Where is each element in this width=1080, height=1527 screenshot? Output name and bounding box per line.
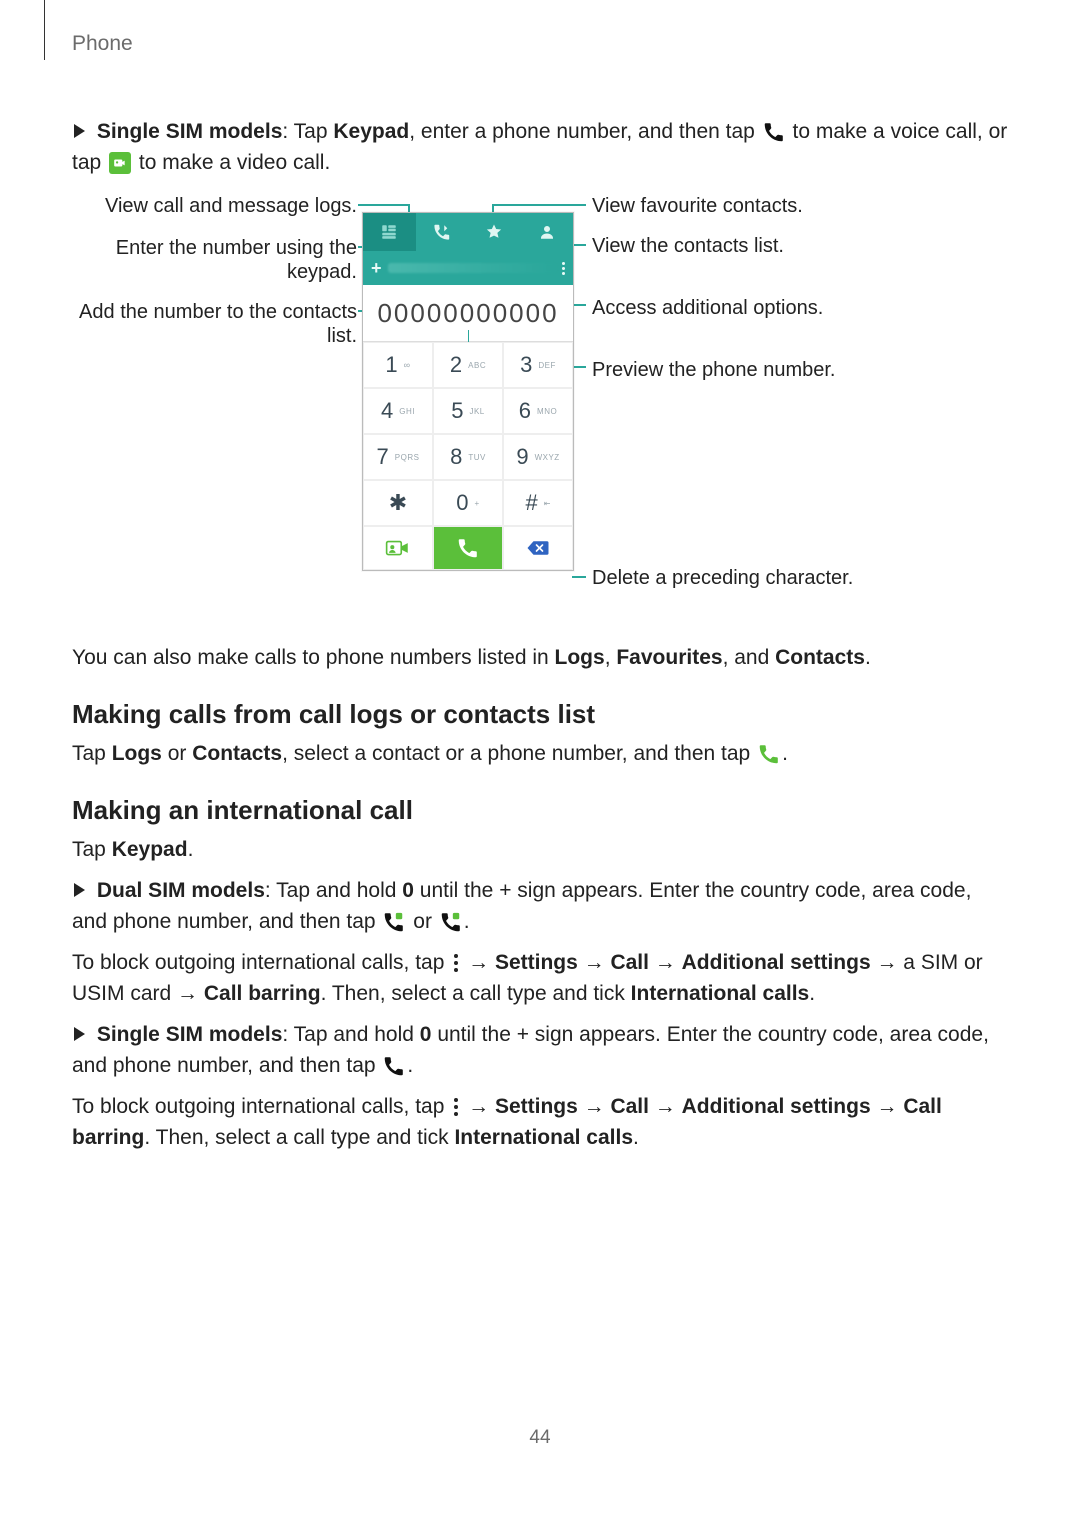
callout-delete-char: Delete a preceding character. bbox=[592, 566, 952, 590]
key-6[interactable]: 6MNO bbox=[503, 388, 573, 434]
voice-call-button[interactable] bbox=[433, 526, 503, 570]
block-dual-paragraph: To block outgoing international calls, t… bbox=[72, 947, 1008, 1009]
heading-international: Making an international call bbox=[72, 795, 1008, 826]
bullet-triangle-icon bbox=[74, 883, 85, 897]
connector bbox=[492, 204, 586, 206]
callout-add-contact: Add the number to the contacts list. bbox=[72, 300, 357, 348]
key-3[interactable]: 3DEF bbox=[503, 342, 573, 388]
text: to make a video call. bbox=[139, 151, 330, 174]
key-5[interactable]: 5JKL bbox=[433, 388, 503, 434]
key-star[interactable]: ✱ bbox=[363, 480, 433, 526]
add-to-contacts-row[interactable]: + bbox=[363, 251, 573, 285]
tab-logs[interactable] bbox=[416, 213, 469, 251]
key-4[interactable]: 4GHI bbox=[363, 388, 433, 434]
single-sim-paragraph: Single SIM models: Tap and hold 0 until … bbox=[72, 1019, 1008, 1081]
bullet-triangle-icon bbox=[74, 1027, 85, 1041]
phone-app-diagram: View call and message logs. Enter the nu… bbox=[72, 188, 1008, 618]
phone-handset-icon bbox=[383, 1055, 405, 1077]
backspace-button[interactable] bbox=[503, 526, 573, 570]
header-rule bbox=[44, 0, 45, 60]
bullet-triangle-icon bbox=[74, 124, 85, 138]
page-number: 44 bbox=[0, 1427, 1080, 1449]
phone-handset-icon bbox=[763, 121, 785, 143]
heading-call-logs: Making calls from call logs or contacts … bbox=[72, 699, 1008, 730]
phone-handset-green-icon bbox=[758, 743, 780, 765]
tab-contacts[interactable] bbox=[521, 213, 574, 251]
number-preview: 00000000000 bbox=[363, 285, 573, 342]
callout-preview-number: Preview the phone number. bbox=[592, 358, 952, 382]
tab-favourites[interactable] bbox=[468, 213, 521, 251]
plus-icon: + bbox=[371, 258, 382, 279]
block-single-paragraph: To block outgoing international calls, t… bbox=[72, 1091, 1008, 1153]
intro-paragraph: Single SIM models: Tap Keypad, enter a p… bbox=[72, 116, 1008, 178]
connector bbox=[358, 204, 408, 206]
video-call-button[interactable] bbox=[363, 526, 433, 570]
tab-keypad[interactable] bbox=[363, 213, 416, 251]
callout-favourites: View favourite contacts. bbox=[592, 194, 952, 218]
more-options-icon[interactable] bbox=[562, 262, 565, 275]
key-2[interactable]: 2ABC bbox=[433, 342, 503, 388]
phone-screenshot: + 00000000000 1∞ 2ABC 3DEF 4GHI 5JKL 6MN… bbox=[362, 212, 574, 571]
connector bbox=[572, 576, 586, 578]
key-7[interactable]: 7PQRS bbox=[363, 434, 433, 480]
add-to-contacts-label-blurred bbox=[388, 263, 556, 273]
section-label: Phone bbox=[72, 32, 133, 56]
callout-more-options: Access additional options. bbox=[592, 296, 952, 320]
phone-tabs bbox=[363, 213, 573, 251]
intro-model-label: Single SIM models bbox=[97, 120, 283, 143]
phone-sim1-icon bbox=[383, 911, 405, 933]
after-diagram-paragraph: You can also make calls to phone numbers… bbox=[72, 642, 1008, 673]
phone-sim2-icon bbox=[440, 911, 462, 933]
key-0[interactable]: 0+ bbox=[433, 480, 503, 526]
video-call-icon bbox=[109, 152, 131, 174]
callout-keypad: Enter the number using the keypad. bbox=[72, 236, 357, 284]
section1-body: Tap Logs or Contacts, select a contact o… bbox=[72, 738, 1008, 769]
key-9[interactable]: 9WXYZ bbox=[503, 434, 573, 480]
callout-contacts: View the contacts list. bbox=[592, 234, 952, 258]
text: : Tap bbox=[282, 120, 333, 143]
key-hash[interactable]: #⇤ bbox=[503, 480, 573, 526]
text: Keypad bbox=[333, 120, 409, 143]
callout-logs: View call and message logs. bbox=[72, 194, 357, 218]
more-options-icon bbox=[454, 954, 458, 972]
more-options-icon bbox=[454, 1098, 458, 1116]
dual-sim-paragraph: Dual SIM models: Tap and hold 0 until th… bbox=[72, 875, 1008, 937]
key-8[interactable]: 8TUV bbox=[433, 434, 503, 480]
key-1[interactable]: 1∞ bbox=[363, 342, 433, 388]
text: , enter a phone number, and then tap bbox=[409, 120, 760, 143]
tap-keypad-line: Tap Keypad. bbox=[72, 834, 1008, 865]
dialer-keypad: 1∞ 2ABC 3DEF 4GHI 5JKL 6MNO 7PQRS 8TUV 9… bbox=[363, 342, 573, 526]
